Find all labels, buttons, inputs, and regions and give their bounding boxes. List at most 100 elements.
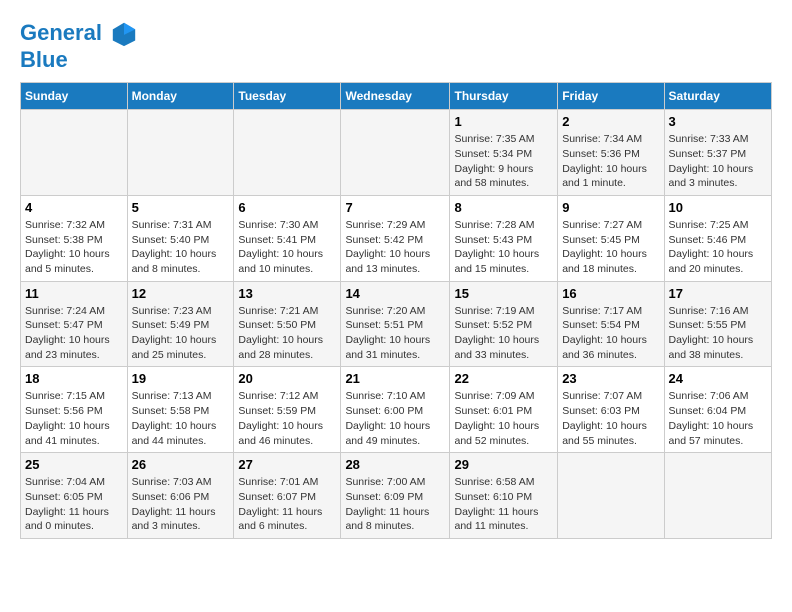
week-row-4: 18Sunrise: 7:15 AM Sunset: 5:56 PM Dayli…: [21, 367, 772, 453]
day-info: Sunrise: 6:58 AM Sunset: 6:10 PM Dayligh…: [454, 475, 553, 534]
weekday-header-tuesday: Tuesday: [234, 83, 341, 110]
calendar-cell: 14 Sunrise: 7:20 AM Sunset: 5:51 PM Dayli…: [341, 281, 450, 367]
day-number: 11: [25, 286, 123, 301]
calendar-cell: 16Sunrise: 7:17 AM Sunset: 5:54 PM Dayli…: [558, 281, 664, 367]
day-info: Sunrise: 7:09 AM Sunset: 6:01 PM Dayligh…: [454, 389, 553, 448]
week-row-2: 4 Sunrise: 7:32 AM Sunset: 5:38 PM Daylig…: [21, 195, 772, 281]
day-number: 7: [345, 200, 445, 215]
day-info: Sunrise: 7:31 AM Sunset: 5:40 PM Dayligh…: [132, 218, 230, 277]
calendar-cell: 4 Sunrise: 7:32 AM Sunset: 5:38 PM Daylig…: [21, 195, 128, 281]
day-info: Sunrise: 7:10 AM Sunset: 6:00 PM Dayligh…: [345, 389, 445, 448]
weekday-header-wednesday: Wednesday: [341, 83, 450, 110]
day-number: 15: [454, 286, 553, 301]
day-info: Sunrise: 7:04 AM Sunset: 6:05 PM Dayligh…: [25, 475, 123, 534]
day-info: Sunrise: 7:01 AM Sunset: 6:07 PM Dayligh…: [238, 475, 336, 534]
day-number: 28: [345, 457, 445, 472]
calendar-cell: 17 Sunrise: 7:16 AM Sunset: 5:55 PM Dayli…: [664, 281, 771, 367]
week-row-3: 11 Sunrise: 7:24 AM Sunset: 5:47 PM Dayli…: [21, 281, 772, 367]
weekday-header-row: SundayMondayTuesdayWednesdayThursdayFrid…: [21, 83, 772, 110]
day-number: 6: [238, 200, 336, 215]
weekday-header-saturday: Saturday: [664, 83, 771, 110]
calendar-table: SundayMondayTuesdayWednesdayThursdayFrid…: [20, 82, 772, 539]
page-header: General Blue: [20, 20, 772, 72]
calendar-cell: 21 Sunrise: 7:10 AM Sunset: 6:00 PM Dayli…: [341, 367, 450, 453]
week-row-1: 1Sunrise: 7:35 AM Sunset: 5:34 PM Daylig…: [21, 110, 772, 196]
calendar-cell: 7 Sunrise: 7:29 AM Sunset: 5:42 PM Daylig…: [341, 195, 450, 281]
calendar-cell: 26Sunrise: 7:03 AM Sunset: 6:06 PM Dayli…: [127, 453, 234, 539]
weekday-header-friday: Friday: [558, 83, 664, 110]
calendar-cell: 28 Sunrise: 7:00 AM Sunset: 6:09 PM Dayli…: [341, 453, 450, 539]
calendar-cell: 8 Sunrise: 7:28 AM Sunset: 5:43 PM Daylig…: [450, 195, 558, 281]
week-row-5: 25Sunrise: 7:04 AM Sunset: 6:05 PM Dayli…: [21, 453, 772, 539]
day-number: 16: [562, 286, 659, 301]
calendar-cell: 27Sunrise: 7:01 AM Sunset: 6:07 PM Dayli…: [234, 453, 341, 539]
calendar-cell: [664, 453, 771, 539]
day-number: 22: [454, 371, 553, 386]
weekday-header-sunday: Sunday: [21, 83, 128, 110]
day-info: Sunrise: 7:29 AM Sunset: 5:42 PM Dayligh…: [345, 218, 445, 277]
logo-text: General: [20, 20, 138, 48]
calendar-cell: 18Sunrise: 7:15 AM Sunset: 5:56 PM Dayli…: [21, 367, 128, 453]
day-number: 9: [562, 200, 659, 215]
day-number: 2: [562, 114, 659, 129]
calendar-cell: 2 Sunrise: 7:34 AM Sunset: 5:36 PM Daylig…: [558, 110, 664, 196]
day-number: 19: [132, 371, 230, 386]
calendar-cell: 23 Sunrise: 7:07 AM Sunset: 6:03 PM Dayli…: [558, 367, 664, 453]
day-info: Sunrise: 7:30 AM Sunset: 5:41 PM Dayligh…: [238, 218, 336, 277]
day-number: 3: [669, 114, 767, 129]
calendar-cell: [558, 453, 664, 539]
day-number: 29: [454, 457, 553, 472]
day-number: 18: [25, 371, 123, 386]
calendar-cell: [234, 110, 341, 196]
calendar-cell: 6 Sunrise: 7:30 AM Sunset: 5:41 PM Daylig…: [234, 195, 341, 281]
day-number: 10: [669, 200, 767, 215]
calendar-cell: 9 Sunrise: 7:27 AM Sunset: 5:45 PM Daylig…: [558, 195, 664, 281]
day-info: Sunrise: 7:24 AM Sunset: 5:47 PM Dayligh…: [25, 304, 123, 363]
weekday-header-thursday: Thursday: [450, 83, 558, 110]
calendar-cell: 12 Sunrise: 7:23 AM Sunset: 5:49 PM Dayli…: [127, 281, 234, 367]
day-info: Sunrise: 7:13 AM Sunset: 5:58 PM Dayligh…: [132, 389, 230, 448]
day-info: Sunrise: 7:07 AM Sunset: 6:03 PM Dayligh…: [562, 389, 659, 448]
day-number: 4: [25, 200, 123, 215]
day-info: Sunrise: 7:23 AM Sunset: 5:49 PM Dayligh…: [132, 304, 230, 363]
day-info: Sunrise: 7:00 AM Sunset: 6:09 PM Dayligh…: [345, 475, 445, 534]
calendar-cell: 1Sunrise: 7:35 AM Sunset: 5:34 PM Daylig…: [450, 110, 558, 196]
day-number: 14: [345, 286, 445, 301]
calendar-cell: 13Sunrise: 7:21 AM Sunset: 5:50 PM Dayli…: [234, 281, 341, 367]
calendar-cell: 15 Sunrise: 7:19 AM Sunset: 5:52 PM Dayli…: [450, 281, 558, 367]
calendar-cell: 3 Sunrise: 7:33 AM Sunset: 5:37 PM Daylig…: [664, 110, 771, 196]
day-number: 1: [454, 114, 553, 129]
calendar-cell: 5Sunrise: 7:31 AM Sunset: 5:40 PM Daylig…: [127, 195, 234, 281]
day-number: 21: [345, 371, 445, 386]
calendar-cell: 22 Sunrise: 7:09 AM Sunset: 6:01 PM Dayli…: [450, 367, 558, 453]
calendar-cell: 25Sunrise: 7:04 AM Sunset: 6:05 PM Dayli…: [21, 453, 128, 539]
day-info: Sunrise: 7:25 AM Sunset: 5:46 PM Dayligh…: [669, 218, 767, 277]
logo: General Blue: [20, 20, 138, 72]
calendar-cell: 20 Sunrise: 7:12 AM Sunset: 5:59 PM Dayli…: [234, 367, 341, 453]
day-info: Sunrise: 7:28 AM Sunset: 5:43 PM Dayligh…: [454, 218, 553, 277]
day-info: Sunrise: 7:20 AM Sunset: 5:51 PM Dayligh…: [345, 304, 445, 363]
calendar-cell: 29 Sunrise: 6:58 AM Sunset: 6:10 PM Dayli…: [450, 453, 558, 539]
day-number: 13: [238, 286, 336, 301]
day-number: 24: [669, 371, 767, 386]
day-info: Sunrise: 7:16 AM Sunset: 5:55 PM Dayligh…: [669, 304, 767, 363]
logo-subtext: Blue: [20, 48, 138, 72]
day-number: 20: [238, 371, 336, 386]
day-number: 8: [454, 200, 553, 215]
day-number: 23: [562, 371, 659, 386]
day-info: Sunrise: 7:32 AM Sunset: 5:38 PM Dayligh…: [25, 218, 123, 277]
day-info: Sunrise: 7:12 AM Sunset: 5:59 PM Dayligh…: [238, 389, 336, 448]
day-info: Sunrise: 7:33 AM Sunset: 5:37 PM Dayligh…: [669, 132, 767, 191]
day-number: 12: [132, 286, 230, 301]
day-number: 26: [132, 457, 230, 472]
day-info: Sunrise: 7:19 AM Sunset: 5:52 PM Dayligh…: [454, 304, 553, 363]
day-info: Sunrise: 7:34 AM Sunset: 5:36 PM Dayligh…: [562, 132, 659, 191]
day-info: Sunrise: 7:27 AM Sunset: 5:45 PM Dayligh…: [562, 218, 659, 277]
calendar-cell: [127, 110, 234, 196]
day-info: Sunrise: 7:06 AM Sunset: 6:04 PM Dayligh…: [669, 389, 767, 448]
calendar-cell: 11 Sunrise: 7:24 AM Sunset: 5:47 PM Dayli…: [21, 281, 128, 367]
calendar-cell: [21, 110, 128, 196]
calendar-cell: 10 Sunrise: 7:25 AM Sunset: 5:46 PM Dayli…: [664, 195, 771, 281]
day-number: 17: [669, 286, 767, 301]
calendar-cell: [341, 110, 450, 196]
